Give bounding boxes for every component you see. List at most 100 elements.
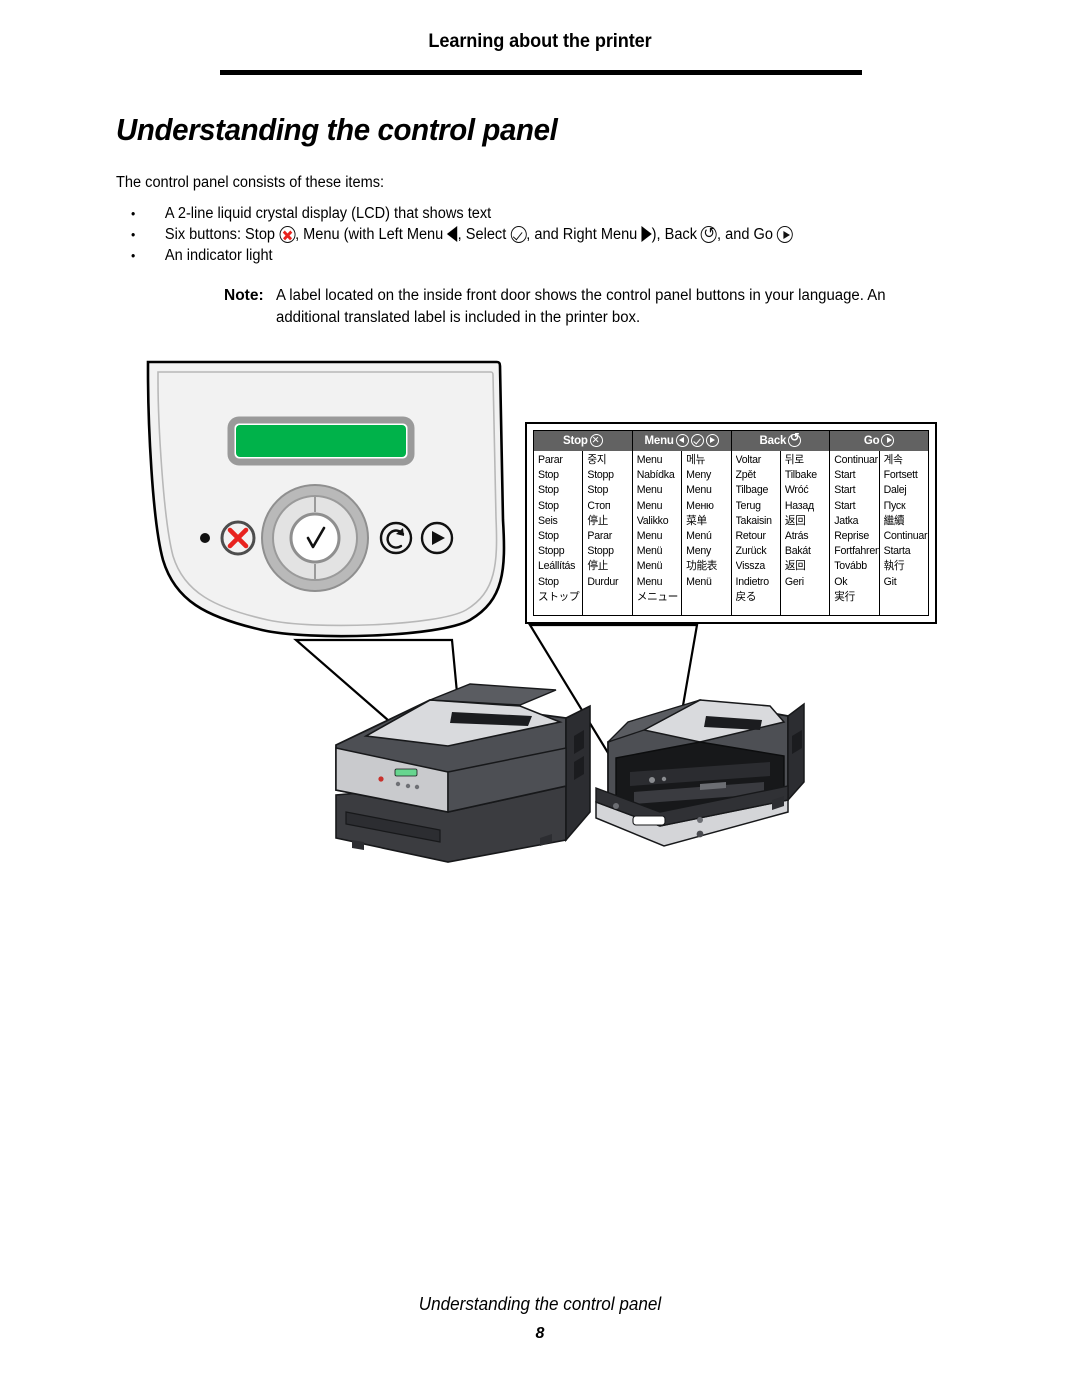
bullet-marker: • [131, 248, 136, 263]
label-col-left: Continuar Start Start Start Jatka Repris… [830, 451, 880, 615]
label-cell: Tilbage [735, 484, 769, 497]
running-head: Learning about the printer [428, 30, 652, 52]
label-cell: 実行 [834, 590, 855, 603]
stop-button[interactable] [220, 520, 256, 556]
label-header-text: Stop [563, 435, 588, 447]
list-item-label: An indicator light [164, 247, 273, 264]
indicator-light [200, 533, 210, 543]
select-check-icon [306, 526, 326, 549]
list-item: • Six buttons: Stop , Menu (with Left Me… [116, 224, 943, 245]
label-cell: Wróć [784, 484, 809, 497]
label-cell: Bakát [784, 545, 811, 558]
label-cell: 계속 [883, 454, 903, 466]
printer-closed-illustration [335, 683, 591, 863]
label-col-right: 뒤로 Tilbake Wróć Назад 返回 Atrás Bakát 返回 … [781, 451, 829, 615]
list-item-label: A 2-line liquid crystal display (LCD) th… [164, 205, 492, 222]
select-icon [510, 226, 527, 243]
label-cell: Terug [735, 499, 762, 512]
x-circle-icon [589, 433, 603, 447]
back-arrow-circle-icon [788, 432, 802, 447]
right-menu-icon [641, 226, 652, 242]
label-cell: 返回 [784, 514, 806, 527]
label-cell: Indietro [735, 575, 770, 588]
label-cell: Meny [686, 545, 712, 558]
label-columns: Parar Stop Stop Stop Seis Stop Stopp Leá… [534, 451, 632, 615]
label-cell: Stopp [538, 545, 565, 558]
label-cell: Continuar [883, 529, 928, 542]
label-header-text: Go [863, 435, 880, 447]
note-body: A label located on the inside front door… [276, 287, 886, 326]
bullet-marker: • [131, 206, 136, 221]
printer-open-door-illustration [595, 699, 805, 847]
navigation-ring-inner [272, 495, 358, 581]
label-group-stop: Stop Parar Stop Stop Stop Seis Stop Stop… [534, 431, 633, 615]
label-cell: 停止 [587, 514, 609, 527]
label-cell: Geri [784, 575, 804, 588]
bullet-list: • A 2-line liquid crystal display (LCD) … [116, 203, 996, 266]
label-cell: Seis [538, 514, 558, 527]
left-triangle-circle-icon [675, 433, 689, 447]
list-item: • A 2-line liquid crystal display (LCD) … [116, 203, 943, 224]
list-item-label: Six buttons: Stop , Menu (with Left Menu… [165, 224, 793, 245]
label-cell: Voltar [735, 454, 762, 466]
label-header-text: Back [759, 435, 787, 447]
label-cell: 戻る [735, 590, 757, 603]
label-cell: Пуск [883, 499, 906, 512]
label-cell: Parar [587, 529, 613, 542]
control-panel-inner-edge [157, 371, 498, 627]
label-cell: Stop [538, 499, 559, 512]
label-group-back: Back Voltar Zpět Tilbage Terug Takaisin … [731, 431, 831, 615]
label-cell: Menü [636, 560, 663, 573]
lcd-bezel [227, 416, 415, 466]
intro-paragraph: The control panel consists of these item… [116, 174, 385, 191]
label-cell: Meny [686, 469, 712, 482]
label-cell: Git [883, 575, 897, 588]
label-cell: Stopp [587, 469, 614, 482]
label-grid: Stop Parar Stop Stop Stop Seis Stop Stop… [533, 430, 929, 616]
right-menu-button[interactable] [324, 532, 334, 544]
label-cell: Dalej [883, 484, 907, 497]
label-header-text: Menu [644, 435, 674, 447]
label-cell: Menu [636, 454, 663, 466]
label-cell: Стоп [587, 499, 611, 512]
label-cell: Tilbake [784, 469, 817, 482]
label-cell: Start [834, 499, 856, 512]
label-cell: Zurück [735, 545, 767, 558]
lcd-screen[interactable] [236, 425, 406, 457]
select-button[interactable] [289, 512, 341, 564]
label-cell: 중지 [587, 454, 607, 466]
label-cell: Leállítás [538, 560, 576, 573]
go-intro-text: , and Go [717, 226, 773, 243]
label-cell: Start [834, 469, 856, 482]
label-cell: 菜单 [686, 514, 707, 527]
check-circle-icon [690, 433, 704, 447]
buttons-intro-text: Six buttons: Stop [164, 226, 276, 243]
label-cell: Continuar [834, 454, 878, 466]
footer-page-number: 8 [535, 1325, 545, 1342]
label-cell: Menú [686, 529, 712, 542]
label-cell: Start [834, 484, 856, 497]
back-arrow-icon [386, 529, 405, 549]
bullet-marker: • [131, 227, 136, 242]
left-menu-button[interactable] [296, 532, 306, 544]
label-columns: Menu Nabídka Menu Menu Valikko Menu Menü… [633, 451, 731, 615]
go-button[interactable] [420, 521, 454, 555]
select-intro-text: , Select [457, 226, 507, 243]
label-cell: Stop [587, 484, 609, 497]
label-group-menu: Menu Menu Nabídka Menu Menu Valikko Menu… [632, 431, 732, 615]
label-cell: Atrás [784, 529, 809, 542]
stop-x-icon [227, 527, 249, 549]
label-cell: Nabídka [636, 469, 675, 482]
label-cell: 執行 [883, 560, 905, 573]
label-cell: Jatka [834, 514, 859, 527]
translated-label-table: Stop Parar Stop Stop Stop Seis Stop Stop… [525, 422, 937, 624]
label-cell: Menu [636, 499, 663, 512]
note-block: Note: A label located on the inside fron… [224, 285, 944, 329]
label-cell: Durdur [587, 575, 619, 588]
printer-lcd-mini [394, 768, 418, 777]
play-triangle-circle-icon [881, 433, 895, 447]
back-button[interactable] [379, 521, 413, 555]
label-group-go: Go Continuar Start Start Start Jatka Rep… [830, 431, 928, 615]
page-title: Understanding the control panel [116, 112, 558, 147]
navigation-ring[interactable] [261, 484, 369, 592]
